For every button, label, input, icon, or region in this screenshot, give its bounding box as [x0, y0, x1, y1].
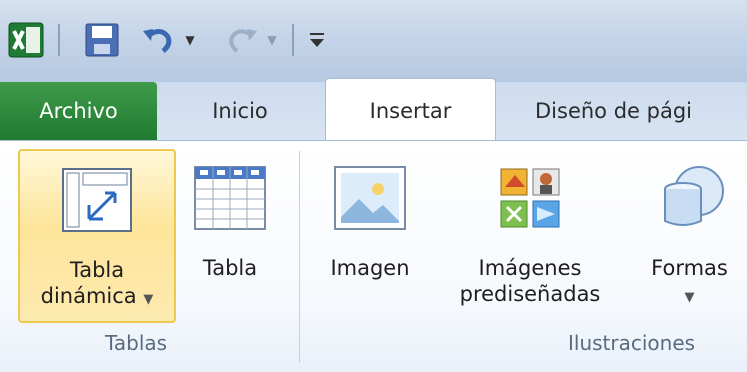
clip-art-label-line2: prediseñadas [459, 282, 601, 306]
group-label-ilustraciones: Ilustraciones [568, 331, 696, 355]
ribbon-insertar: Tabla dinámica ▼ Tabla Tablas Imagen Imá… [0, 140, 747, 372]
clip-art-label-line1: Imágenes [478, 256, 582, 280]
tab-insertar[interactable]: Insertar [325, 78, 496, 142]
ribbon-tab-bar: Archivo Inicio Insertar Diseño de pági [0, 78, 747, 142]
table-label: Tabla [202, 256, 258, 280]
image-label: Imagen [330, 256, 410, 280]
shapes-chevron-row: ▼ [685, 281, 695, 311]
image-button[interactable]: Imagen [315, 149, 425, 323]
clip-art-button[interactable]: Imágenes prediseñadas [435, 149, 625, 323]
save-icon[interactable] [82, 20, 122, 60]
pivot-table-icon [61, 159, 133, 241]
pivot-table-label-text: dinámica [40, 284, 137, 308]
group-label-tablas: Tablas [105, 331, 168, 355]
picture-icon [333, 157, 407, 239]
pivot-table-label-line2: dinámica ▼ [41, 283, 154, 313]
qat-separator [292, 24, 294, 56]
tab-archivo[interactable]: Archivo [0, 82, 157, 140]
group-separator [299, 151, 300, 363]
qat-separator [58, 24, 60, 56]
excel-icon[interactable] [6, 20, 46, 60]
quick-access-toolbar: ▼ ▼ [0, 0, 747, 82]
pivot-table-label-line1: Tabla [69, 258, 125, 282]
table-button[interactable]: Tabla [180, 149, 280, 323]
chevron-down-icon: ▼ [143, 292, 154, 307]
redo-icon[interactable] [222, 20, 262, 60]
redo-dropdown-icon[interactable]: ▼ [262, 30, 282, 50]
shapes-label: Formas [651, 256, 728, 280]
table-icon [193, 157, 267, 239]
pivot-table-button[interactable]: Tabla dinámica ▼ [18, 149, 176, 323]
chevron-down-icon: ▼ [684, 290, 695, 305]
tab-diseno-de-pagina[interactable]: Diseño de pági [535, 82, 747, 140]
tab-inicio[interactable]: Inicio [185, 82, 295, 140]
shapes-button[interactable]: Formas ▼ [632, 149, 747, 323]
clip-art-icon [497, 157, 563, 239]
customize-qat-icon[interactable] [304, 24, 330, 56]
undo-icon[interactable] [138, 20, 178, 60]
shapes-icon [653, 157, 727, 239]
undo-dropdown-icon[interactable]: ▼ [180, 30, 200, 50]
